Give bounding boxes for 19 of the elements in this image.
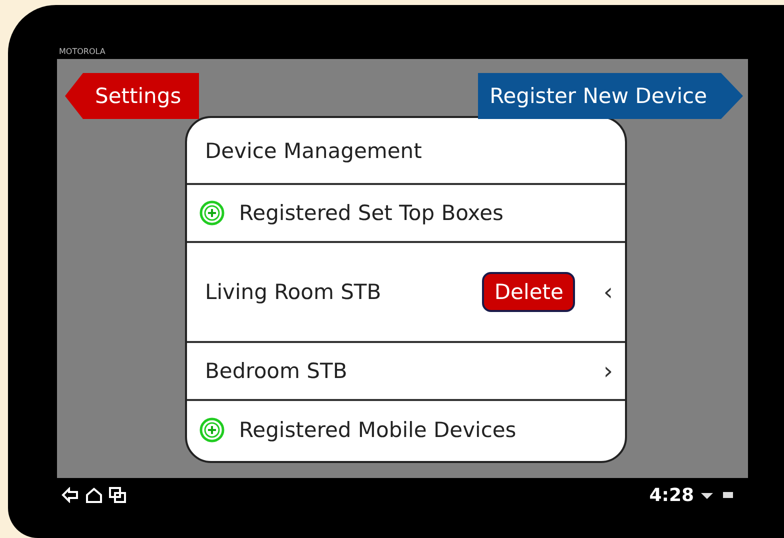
home-icon[interactable]: [85, 487, 103, 503]
device-name[interactable]: Bedroom STB: [205, 359, 348, 383]
register-button[interactable]: Register New Device: [478, 73, 743, 119]
chevron-icon[interactable]: ›: [603, 357, 613, 385]
delete-button[interactable]: Delete: [482, 272, 576, 312]
section-label: Registered Mobile Devices: [239, 418, 516, 442]
back-icon[interactable]: [61, 487, 79, 503]
wifi-icon: [700, 490, 714, 500]
battery-icon: [720, 490, 734, 500]
device-name[interactable]: Living Room STB: [205, 280, 382, 304]
chevron-icon[interactable]: ‹: [603, 278, 613, 306]
clock-time: 4:28: [649, 484, 694, 506]
add-icon[interactable]: [199, 417, 225, 443]
back-button[interactable]: Settings: [65, 73, 200, 119]
add-icon[interactable]: [199, 200, 225, 226]
brand-label: MOTOROLA: [59, 47, 106, 58]
list-header: Device Management: [205, 138, 422, 162]
section-label: Registered Set Top Boxes: [239, 201, 504, 225]
recent-apps-icon[interactable]: [109, 487, 127, 503]
